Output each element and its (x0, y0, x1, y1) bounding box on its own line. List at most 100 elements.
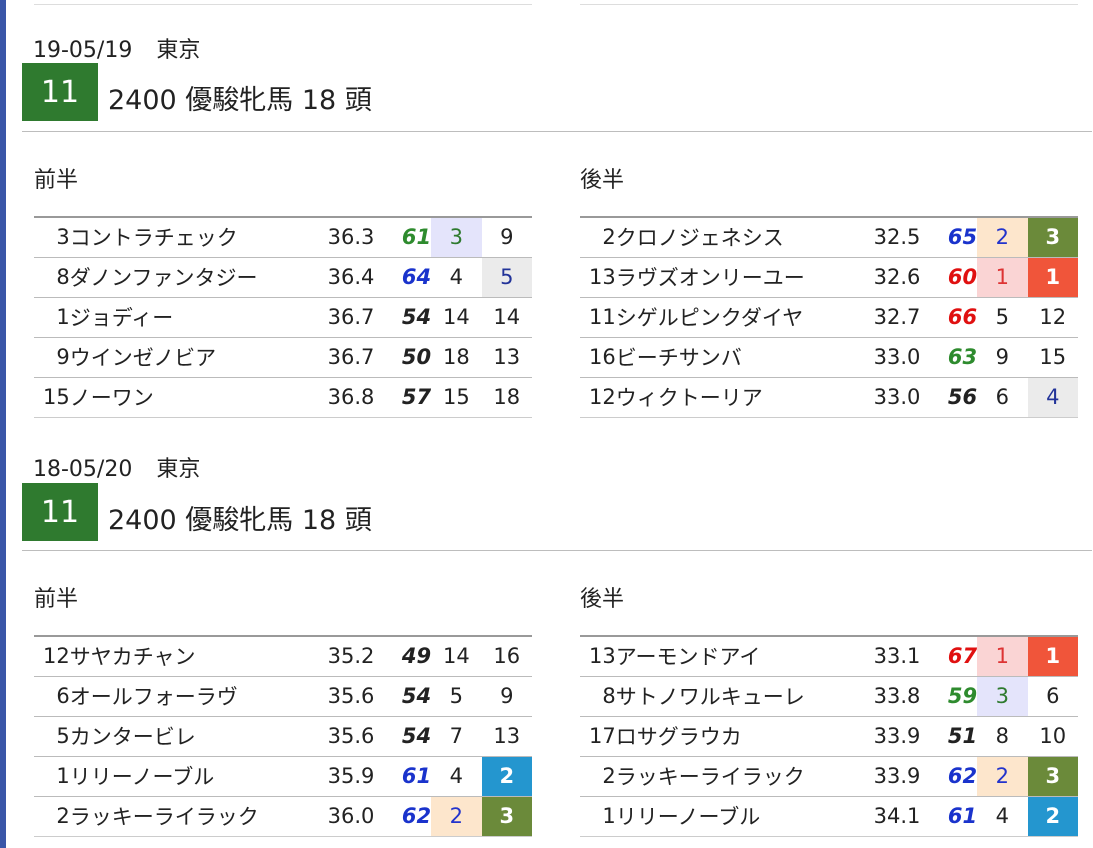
table-row[interactable]: 5 カンタービレ 35.6 54 7 13 (34, 716, 532, 756)
horse-name[interactable]: ラッキーライラック (616, 756, 858, 796)
race-date: 19-05/19 (33, 38, 133, 63)
horse-name[interactable]: アーモンドアイ (616, 636, 858, 676)
horse-name[interactable]: ロサグラウカ (616, 716, 858, 756)
table-row[interactable]: 15 ノーワン 36.8 57 15 18 (34, 377, 532, 417)
finish-rank-badge: 3 (1027, 756, 1078, 796)
horse-name[interactable]: ウインゼノビア (70, 337, 312, 377)
horse-name[interactable]: オールフォーラヴ (70, 676, 312, 716)
rank-cell: 6 (995, 385, 1009, 409)
table-row[interactable]: 1 リリーノーブル 35.9 61 4 2 (34, 756, 532, 796)
horse-name[interactable]: ラッキーライラック (70, 796, 312, 836)
rank-cell: 3 (977, 676, 1028, 716)
split-time: 33.0 (873, 385, 921, 409)
split-time: 36.8 (327, 385, 375, 409)
table-row[interactable]: 13 ラヴズオンリーユー 32.6 60 1 1 (580, 257, 1078, 297)
first-half-label: 前半 (34, 168, 79, 193)
table-row[interactable]: 8 ダノンファンタジー 36.4 64 4 5 (34, 257, 532, 297)
split-time: 32.6 (873, 265, 921, 289)
left-accent-bar (0, 0, 6, 848)
race-date: 18-05/20 (33, 457, 133, 482)
horse-name[interactable]: クロノジェネシス (616, 217, 858, 257)
finish-rank-cell: 4 (1027, 377, 1078, 417)
speed-score: 56 (947, 385, 978, 409)
horse-number: 17 (588, 724, 616, 748)
horse-number: 6 (56, 684, 70, 708)
race-venue: 東京 (156, 38, 201, 63)
first-half-label: 前半 (34, 587, 79, 612)
speed-score: 54 (401, 684, 432, 708)
finish-rank-cell: 15 (1039, 345, 1067, 369)
race-title[interactable]: 2400 優駿牝馬 18 頭 (108, 78, 372, 117)
horse-name[interactable]: ノーワン (70, 377, 312, 417)
table-row[interactable]: 2 ラッキーライラック 36.0 62 2 3 (34, 796, 532, 836)
speed-score: 60 (947, 265, 978, 289)
split-time: 34.1 (873, 804, 921, 828)
rank-cell: 2 (431, 796, 482, 836)
table-row[interactable]: 12 サヤカチャン 35.2 49 14 16 (34, 636, 532, 676)
split-time: 35.6 (327, 724, 375, 748)
horse-name[interactable]: リリーノーブル (616, 796, 858, 836)
rank-cell: 8 (995, 724, 1009, 748)
table-row[interactable]: 9 ウインゼノビア 36.7 50 18 13 (34, 337, 532, 377)
horse-name[interactable]: カンタービレ (70, 716, 312, 756)
first-half-table: 12 サヤカチャン 35.2 49 14 16 6 オールフォーラヴ 35.6 … (34, 635, 532, 837)
table-row[interactable]: 12 ウィクトーリア 33.0 56 6 4 (580, 377, 1078, 417)
speed-score: 57 (401, 385, 432, 409)
split-time: 33.9 (873, 764, 921, 788)
horse-number: 1 (602, 804, 616, 828)
horse-number: 5 (56, 724, 70, 748)
speed-score: 64 (401, 265, 432, 289)
horse-name[interactable]: ビーチサンバ (616, 337, 858, 377)
speed-score: 63 (947, 345, 978, 369)
rank-cell: 1 (977, 636, 1028, 676)
horse-name[interactable]: ラヴズオンリーユー (616, 257, 858, 297)
horse-name[interactable]: リリーノーブル (70, 756, 312, 796)
speed-score: 51 (947, 724, 978, 748)
horse-name[interactable]: サトノワルキューレ (616, 676, 858, 716)
table-row[interactable]: 11 シゲルピンクダイヤ 32.7 66 5 12 (580, 297, 1078, 337)
horse-number: 1 (56, 305, 70, 329)
horse-name[interactable]: コントラチェック (70, 217, 312, 257)
horse-name[interactable]: ジョディー (70, 297, 312, 337)
finish-rank-badge: 2 (1027, 796, 1078, 836)
race-title[interactable]: 2400 優駿牝馬 18 頭 (108, 498, 372, 537)
rank-cell: 5 (449, 684, 463, 708)
rank-cell: 14 (442, 644, 470, 669)
horse-name[interactable]: ダノンファンタジー (70, 257, 312, 297)
finish-rank-badge: 3 (1027, 217, 1078, 257)
horse-name[interactable]: サヤカチャン (70, 636, 312, 676)
table-row[interactable]: 1 ジョディー 36.7 54 14 14 (34, 297, 532, 337)
rank-cell: 14 (442, 305, 470, 329)
speed-score: 62 (401, 804, 432, 828)
table-row[interactable]: 3 コントラチェック 36.3 61 3 9 (34, 217, 532, 257)
speed-score: 54 (401, 724, 432, 748)
finish-rank-badge: 2 (481, 756, 532, 796)
horse-number: 12 (42, 644, 70, 669)
horse-name[interactable]: シゲルピンクダイヤ (616, 297, 858, 337)
table-row[interactable]: 2 クロノジェネシス 32.5 65 2 3 (580, 217, 1078, 257)
second-half-table: 13 アーモンドアイ 33.1 67 1 1 8 サトノワルキューレ 33.8 … (580, 635, 1078, 837)
finish-rank-cell: 6 (1046, 684, 1060, 708)
rank-cell: 18 (442, 345, 470, 369)
table-row[interactable]: 13 アーモンドアイ 33.1 67 1 1 (580, 636, 1078, 676)
finish-rank-cell: 16 (493, 644, 521, 669)
race-number-badge[interactable]: 11 (22, 483, 98, 541)
table-row[interactable]: 8 サトノワルキューレ 33.8 59 3 6 (580, 676, 1078, 716)
race-number-badge[interactable]: 11 (22, 63, 98, 121)
rank-cell: 7 (449, 724, 463, 748)
split-time: 35.9 (327, 764, 375, 788)
rank-cell: 15 (442, 385, 470, 409)
horse-name[interactable]: ウィクトーリア (616, 377, 858, 417)
speed-score: 54 (401, 305, 432, 329)
horse-number: 8 (56, 265, 70, 289)
finish-rank-badge: 1 (1027, 636, 1078, 676)
table-row[interactable]: 16 ビーチサンバ 33.0 63 9 15 (580, 337, 1078, 377)
horse-number: 8 (602, 684, 616, 708)
table-row[interactable]: 6 オールフォーラヴ 35.6 54 5 9 (34, 676, 532, 716)
table-row[interactable]: 1 リリーノーブル 34.1 61 4 2 (580, 796, 1078, 836)
top-divider-left (34, 0, 532, 5)
horse-number: 13 (588, 644, 616, 669)
table-row[interactable]: 2 ラッキーライラック 33.9 62 2 3 (580, 756, 1078, 796)
speed-score: 61 (401, 225, 432, 250)
table-row[interactable]: 17 ロサグラウカ 33.9 51 8 10 (580, 716, 1078, 756)
